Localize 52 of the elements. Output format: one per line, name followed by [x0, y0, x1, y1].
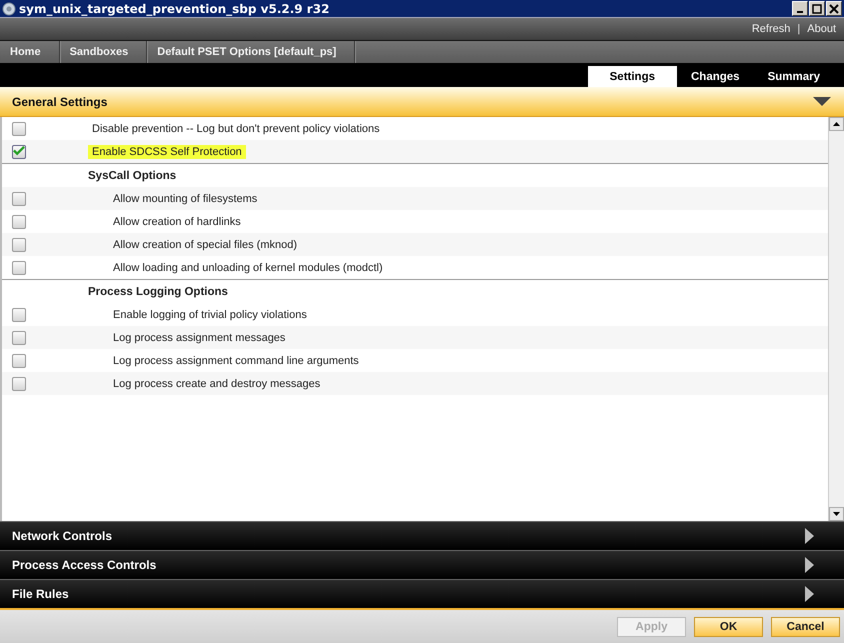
dialog-button[interactable]: Cancel: [771, 616, 840, 636]
option-label: Enable SDCSS Self Protection: [88, 144, 246, 158]
app-icon: [2, 2, 16, 16]
scrollbar[interactable]: [828, 117, 844, 521]
close-button[interactable]: [826, 1, 842, 16]
section-header[interactable]: Process Access Controls: [0, 550, 844, 579]
scroll-up-icon[interactable]: [829, 117, 844, 131]
checkbox[interactable]: [12, 214, 26, 228]
maximize-button[interactable]: [809, 1, 825, 16]
section-header[interactable]: Network Controls: [0, 521, 844, 550]
minimize-icon: [797, 10, 803, 12]
minimize-button[interactable]: [792, 1, 808, 16]
header-link[interactable]: About: [807, 23, 836, 35]
down-triangle-icon: [833, 512, 840, 516]
option-label: Log process create and destroy messages: [112, 376, 322, 390]
group-heading: Process Logging Options: [88, 286, 228, 298]
checkbox[interactable]: [12, 308, 26, 322]
scroll-down-icon[interactable]: [829, 507, 844, 521]
group-heading: SysCall Options: [88, 170, 176, 182]
up-triangle-icon: [833, 122, 840, 126]
checkbox[interactable]: [12, 144, 26, 158]
header-link[interactable]: Refresh: [752, 23, 790, 35]
link-separator: |: [797, 23, 800, 35]
option-label: Log process assignment command line arguments: [112, 354, 360, 368]
option-label: Log process assignment messages: [112, 330, 286, 344]
checkbox[interactable]: [12, 354, 26, 368]
expand-triangle-icon: [805, 557, 814, 573]
checkbox[interactable]: [12, 122, 26, 136]
tab[interactable]: Summary: [754, 66, 834, 87]
dialog-button[interactable]: OK: [694, 616, 763, 636]
window-title: sym_unix_targeted_prevention_sbp v5.2.9 r32: [19, 2, 330, 16]
collapse-triangle-icon: [813, 97, 831, 106]
checkbox[interactable]: [12, 260, 26, 274]
expand-triangle-icon: [805, 586, 814, 602]
checkbox[interactable]: [12, 330, 26, 344]
option-label: Disable prevention -- Log but don't prevent policy violations: [91, 122, 381, 136]
option-label: Allow creation of special files (mknod): [112, 238, 298, 252]
option-label: Allow creation of hardlinks: [112, 214, 242, 228]
checkmark-icon: [13, 145, 25, 156]
maximize-icon: [812, 4, 822, 14]
tab[interactable]: Changes: [677, 66, 754, 87]
option-label: Enable logging of trivial policy violations: [112, 308, 308, 322]
checkbox[interactable]: [12, 376, 26, 390]
section-header[interactable]: File Rules: [0, 579, 844, 608]
checkbox[interactable]: [12, 192, 26, 206]
section-header[interactable]: General Settings: [0, 87, 844, 117]
tab[interactable]: Settings: [588, 66, 677, 87]
checkbox[interactable]: [12, 238, 26, 252]
option-label: Allow loading and unloading of kernel modules (modctl): [112, 260, 384, 274]
expand-triangle-icon: [805, 528, 814, 544]
option-label: Allow mounting of filesystems: [112, 192, 258, 206]
close-icon: [829, 4, 839, 14]
